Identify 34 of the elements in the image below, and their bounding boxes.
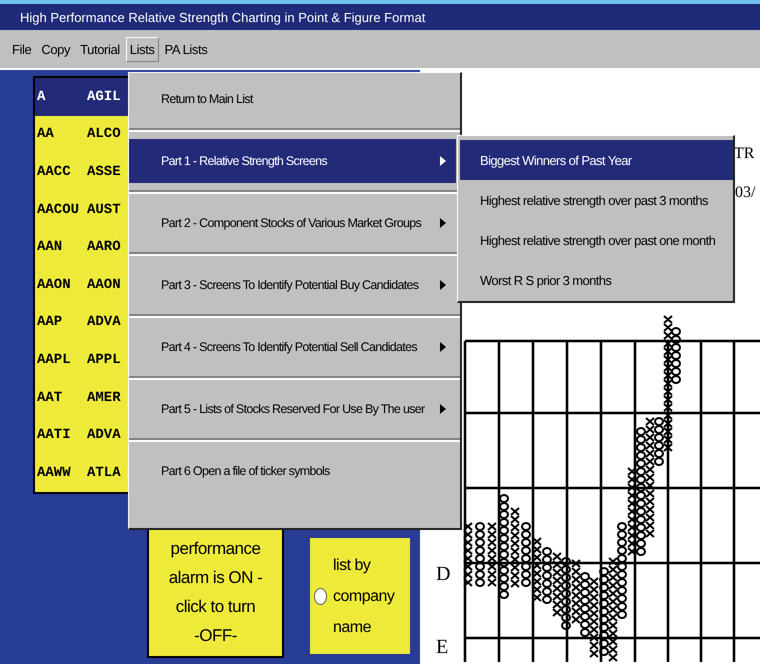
window-title: High Performance Relative Strength Charting in Point & Figure Format bbox=[20, 10, 426, 24]
ticker-row[interactable]: AACOU AUST bbox=[35, 190, 129, 228]
menu-item[interactable]: Part 6 Open a file of ticker symbols bbox=[129, 449, 456, 493]
menu-item[interactable]: Part 1 - Relative Strength Screens bbox=[129, 139, 456, 183]
ticker-row[interactable]: AA ALCO bbox=[35, 116, 129, 154]
menu-item[interactable]: PA Lists bbox=[160, 36, 212, 62]
menu-item[interactable]: Highest relative strength over past one month bbox=[460, 220, 733, 260]
menu-item[interactable]: Highest relative strength over past 3 months bbox=[460, 180, 733, 220]
row-label: D bbox=[436, 563, 450, 585]
menu-item[interactable]: Lists bbox=[126, 36, 159, 62]
menu-item[interactable]: Part 5 - Lists of Stocks Reserved For Use By The user bbox=[129, 387, 456, 431]
ticker-row[interactable]: AAON AAON bbox=[35, 266, 129, 304]
menu-item[interactable]: Part 2 - Component Stocks of Various Market Groups bbox=[129, 201, 456, 245]
ticker-row[interactable]: AAN AARO bbox=[35, 228, 129, 266]
ticker-row[interactable]: A AGIL bbox=[35, 78, 129, 116]
ticker-row[interactable]: AAPL APPL bbox=[35, 341, 129, 379]
menu-item[interactable]: Part 3 - Screens To Identify Potential Buy Candidates bbox=[129, 263, 456, 307]
ticker-row[interactable]: AAP ADVA bbox=[35, 304, 129, 342]
ticker-row[interactable]: AAWW ATLA bbox=[35, 454, 129, 492]
sort-option[interactable]: list by company name bbox=[310, 538, 410, 654]
ticker-row[interactable]: AAT AMER bbox=[35, 378, 129, 416]
chart-title: TR bbox=[734, 145, 754, 162]
chart-date: 03/ bbox=[735, 184, 756, 201]
menu-item[interactable]: Copy bbox=[37, 36, 74, 62]
menu-item[interactable]: Return to Main List bbox=[129, 77, 456, 121]
menu-item[interactable]: Biggest Winners of Past Year bbox=[460, 140, 733, 180]
ticker-row[interactable]: AACC ASSE bbox=[35, 153, 129, 191]
menu-item[interactable]: Worst R S prior 3 months bbox=[460, 260, 733, 300]
menu-item[interactable]: File bbox=[8, 36, 36, 62]
menu-item[interactable]: Tutorial bbox=[76, 36, 124, 62]
ticker-row[interactable]: AATI ADVA bbox=[35, 416, 129, 454]
radio-button[interactable] bbox=[314, 588, 327, 604]
menu-item[interactable]: Part 4 - Screens To Identify Potential Sell Candidates bbox=[129, 325, 456, 369]
row-label: E bbox=[436, 636, 448, 658]
